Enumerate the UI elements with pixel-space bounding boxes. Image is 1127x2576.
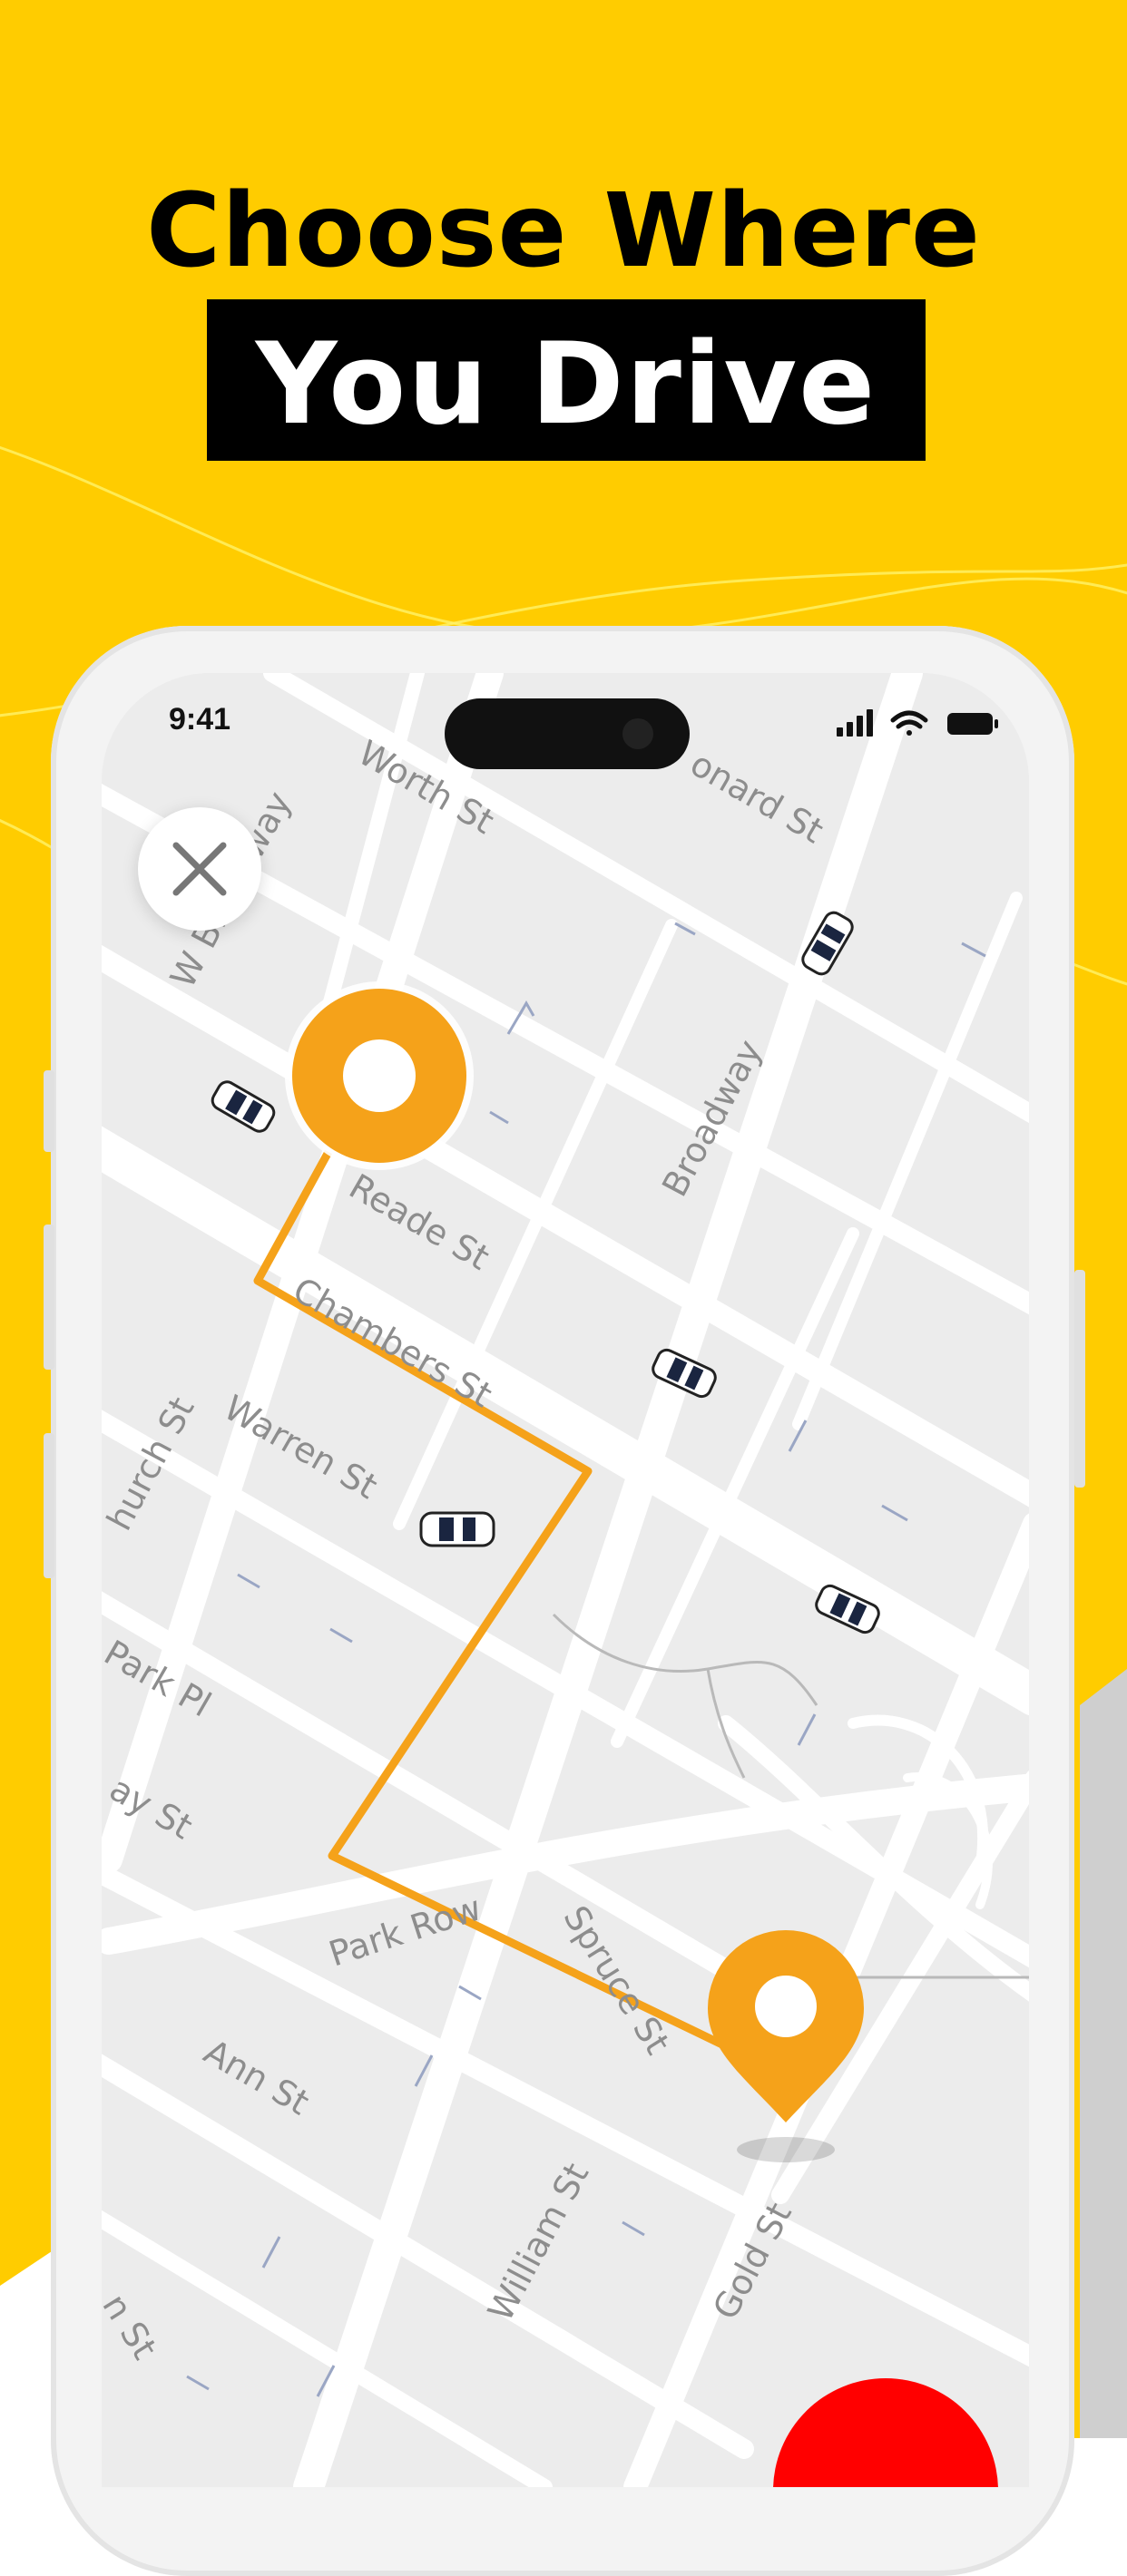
dynamic-island [445,698,690,769]
battery-icon [947,713,998,735]
phone-side-button [44,1433,54,1578]
taxi-car-icon [419,1511,495,1547]
phone-side-button [1074,1270,1085,1488]
status-time: 9:41 [169,702,231,737]
origin-pin-icon[interactable] [285,981,474,1170]
map-view[interactable]: Worth St onard St W Broadway Broadway Re… [102,673,1029,2487]
phone-side-button [44,1225,54,1370]
headline-line-2: You Drive [255,319,877,450]
headline-line-1: Choose Where [146,172,981,290]
close-button[interactable] [138,807,261,931]
wifi-icon [890,710,928,736]
phone-side-button [44,1070,54,1152]
map-screen[interactable]: Worth St onard St W Broadway Broadway Re… [102,673,1029,2487]
close-icon [172,842,227,896]
status-icons [837,709,998,737]
signal-icon [837,709,873,737]
